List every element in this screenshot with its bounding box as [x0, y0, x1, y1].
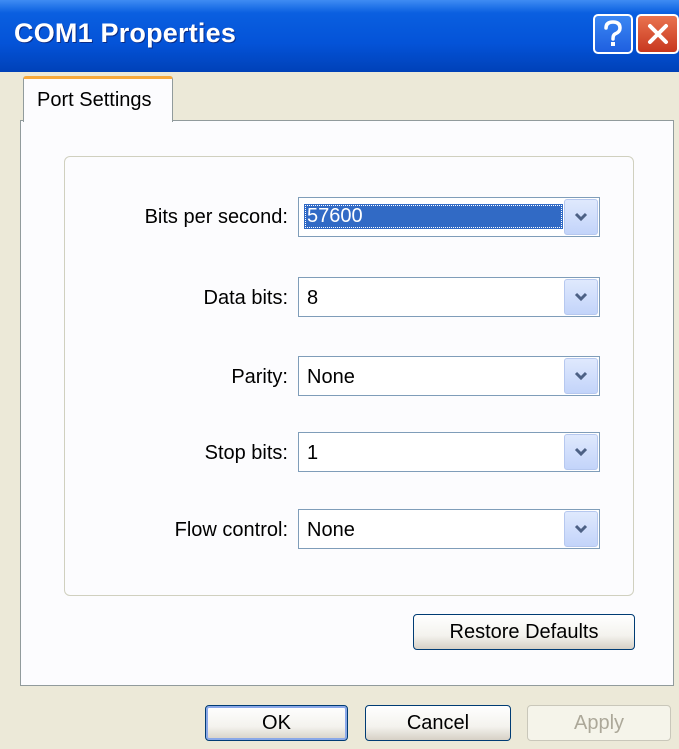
title-bar[interactable]: COM1 Properties — [0, 0, 679, 72]
stop-bits-select[interactable]: 1 — [298, 432, 600, 472]
bits-per-second-label: Bits per second: — [144, 206, 288, 228]
apply-button[interactable]: Apply — [527, 705, 671, 741]
tab-label: Port Settings — [37, 89, 152, 111]
parity-dropdown-button[interactable] — [564, 358, 598, 394]
data-bits-dropdown-button[interactable] — [564, 279, 598, 315]
flow-control-dropdown-button[interactable] — [564, 511, 598, 547]
flow-control-label: Flow control: — [174, 519, 288, 541]
stop-bits-value: 1 — [307, 442, 319, 464]
flow-control-select[interactable]: None — [298, 509, 600, 549]
stop-bits-label: Stop bits: — [204, 442, 288, 464]
data-bits-label: Data bits: — [203, 287, 288, 309]
help-icon — [604, 20, 622, 46]
parity-value: None — [307, 366, 355, 388]
chevron-down-icon — [574, 212, 588, 222]
ok-button[interactable]: OK — [205, 705, 348, 741]
window-title: COM1 Properties — [14, 18, 237, 48]
chevron-down-icon — [574, 292, 588, 302]
close-button[interactable] — [636, 14, 679, 54]
close-icon — [647, 24, 668, 44]
dialog-window: COM1 Properties Port Settings Bits per s… — [0, 0, 679, 749]
chevron-down-icon — [574, 371, 588, 381]
restore-defaults-button[interactable]: Restore Defaults — [413, 614, 635, 650]
bits-per-second-dropdown-button[interactable] — [564, 199, 598, 235]
parity-select[interactable]: None — [298, 356, 600, 396]
data-bits-value: 8 — [307, 287, 319, 309]
cancel-button[interactable]: Cancel — [365, 705, 511, 741]
flow-control-value: None — [307, 519, 355, 541]
chevron-down-icon — [574, 447, 588, 457]
parity-label: Parity: — [231, 366, 288, 388]
data-bits-select[interactable]: 8 — [298, 277, 600, 317]
chevron-down-icon — [574, 524, 588, 534]
stop-bits-dropdown-button[interactable] — [564, 434, 598, 470]
bits-per-second-select[interactable]: 57600 — [298, 197, 600, 237]
help-button[interactable] — [593, 14, 633, 54]
bits-per-second-value: 57600 — [304, 204, 563, 229]
tab-port-settings[interactable]: Port Settings — [23, 76, 173, 122]
